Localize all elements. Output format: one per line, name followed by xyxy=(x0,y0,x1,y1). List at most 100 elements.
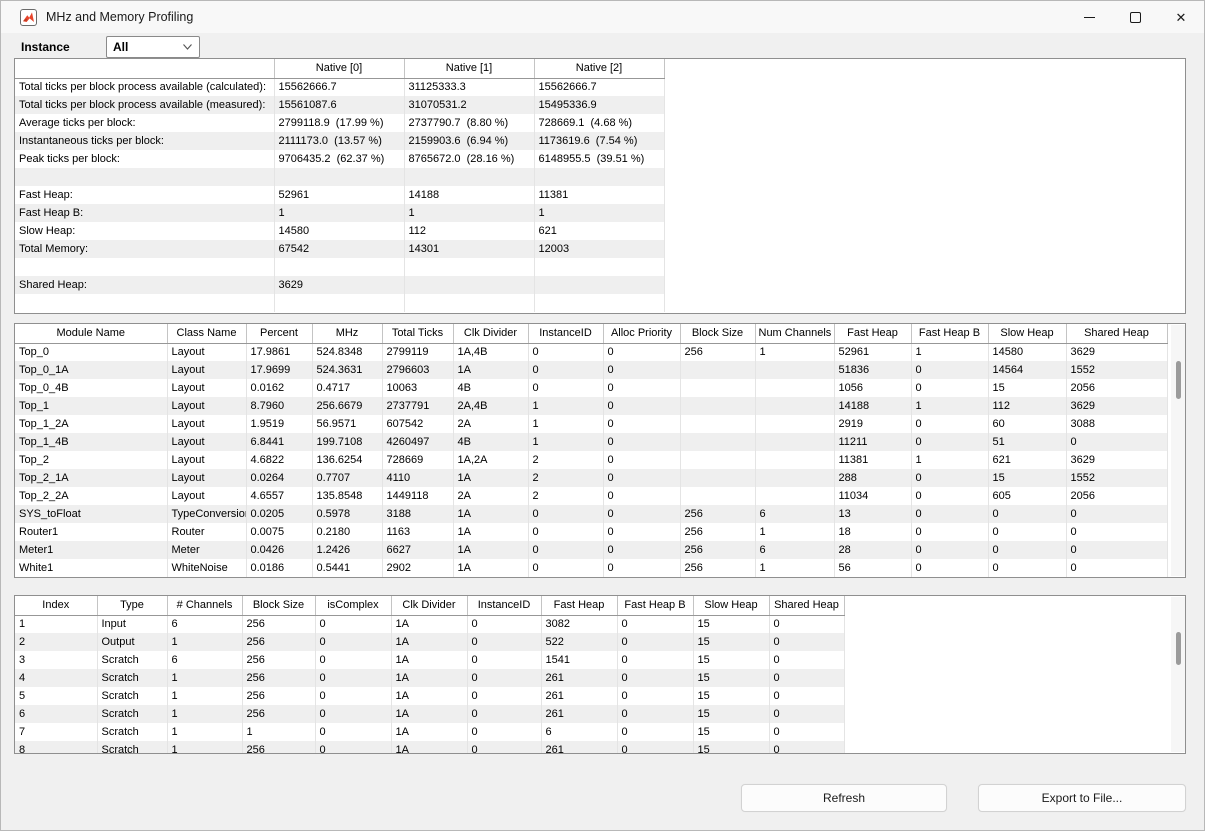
table-cell[interactable]: 1 xyxy=(404,204,534,222)
table-cell[interactable]: 0 xyxy=(467,615,541,633)
table-cell[interactable]: Shared Heap: xyxy=(15,276,274,294)
buffer-table-scrollbar-thumb[interactable] xyxy=(1176,632,1181,665)
table-cell[interactable]: 31070531.2 xyxy=(404,96,534,114)
table-cell[interactable]: 0 xyxy=(769,615,844,633)
table-cell[interactable]: 256 xyxy=(242,633,315,651)
table-row[interactable]: Meter1Meter0.04261.242666271A00256628000 xyxy=(15,541,1167,559)
table-cell[interactable]: Output xyxy=(97,633,167,651)
table-cell[interactable]: 17.9861 xyxy=(246,343,312,361)
table-cell[interactable]: Layout xyxy=(167,469,246,487)
table-row[interactable]: 8Scratch125601A02610150 xyxy=(15,741,844,754)
table-cell[interactable]: 12003 xyxy=(534,240,664,258)
table-cell[interactable]: 261 xyxy=(541,741,617,754)
table-cell[interactable]: 0 xyxy=(769,669,844,687)
table-cell[interactable]: 7 xyxy=(15,723,97,741)
table-cell[interactable] xyxy=(15,258,274,276)
table-cell[interactable]: 621 xyxy=(988,451,1066,469)
table-cell[interactable]: 261 xyxy=(541,705,617,723)
table-cell[interactable]: Slow Heap: xyxy=(15,222,274,240)
table-cell[interactable]: 1A xyxy=(453,541,528,559)
table-cell[interactable]: 1 xyxy=(534,204,664,222)
table-cell[interactable]: 135.8548 xyxy=(312,487,382,505)
table-cell[interactable]: TypeConversion xyxy=(167,505,246,523)
table-cell[interactable]: 0.5441 xyxy=(312,559,382,577)
table-cell[interactable] xyxy=(404,276,534,294)
table-cell[interactable]: 0 xyxy=(1066,523,1167,541)
table-cell[interactable]: 1A xyxy=(453,469,528,487)
table-cell[interactable] xyxy=(755,433,834,451)
table-cell[interactable]: Layout xyxy=(167,379,246,397)
table-cell[interactable]: 13 xyxy=(834,505,911,523)
table-cell[interactable]: 4260497 xyxy=(382,433,453,451)
table-cell[interactable] xyxy=(274,168,404,186)
table-cell[interactable]: Top_2 xyxy=(15,451,167,469)
table-cell[interactable]: 5 xyxy=(15,687,97,705)
table-cell[interactable]: 1 xyxy=(274,204,404,222)
table-cell[interactable]: Fast Heap B: xyxy=(15,204,274,222)
table-row[interactable]: Slow Heap:14580112621 xyxy=(15,222,664,240)
table-cell[interactable]: 0 xyxy=(467,723,541,741)
table-cell[interactable] xyxy=(755,469,834,487)
table-row[interactable]: Instantaneous ticks per block:2111173.0 … xyxy=(15,132,664,150)
table-cell[interactable]: 6 xyxy=(167,651,242,669)
table-cell[interactable]: Top_0 xyxy=(15,343,167,361)
table-cell[interactable]: 256 xyxy=(242,651,315,669)
table-cell[interactable]: 0 xyxy=(528,523,603,541)
table-cell[interactable]: 3629 xyxy=(274,276,404,294)
table-cell[interactable]: 0 xyxy=(315,687,391,705)
table-cell[interactable]: 3 xyxy=(15,651,97,669)
table-cell[interactable]: Scratch xyxy=(97,669,167,687)
table-cell[interactable]: 56.9571 xyxy=(312,415,382,433)
table-cell[interactable]: 621 xyxy=(534,222,664,240)
table-cell[interactable]: 0 xyxy=(911,361,988,379)
table-cell[interactable]: 28 xyxy=(834,541,911,559)
table-cell[interactable]: 1 xyxy=(528,415,603,433)
table-row[interactable] xyxy=(15,294,664,312)
table-cell[interactable]: 10063 xyxy=(382,379,453,397)
instance-dropdown[interactable]: All xyxy=(106,36,200,58)
table-row[interactable]: 6Scratch125601A02610150 xyxy=(15,705,844,723)
table-cell[interactable]: 8 xyxy=(15,741,97,754)
table-cell[interactable]: 6 xyxy=(755,505,834,523)
table-cell[interactable]: 1 xyxy=(167,705,242,723)
table-cell[interactable]: 14580 xyxy=(274,222,404,240)
table-cell[interactable]: 0.4717 xyxy=(312,379,382,397)
table-cell[interactable]: 0 xyxy=(1066,433,1167,451)
table-cell[interactable]: 256 xyxy=(242,705,315,723)
table-cell[interactable]: 3629 xyxy=(1066,451,1167,469)
table-cell[interactable]: 6 xyxy=(167,615,242,633)
table-cell[interactable]: 11381 xyxy=(534,186,664,204)
table-cell[interactable]: 0 xyxy=(617,723,693,741)
table-cell[interactable] xyxy=(534,258,664,276)
table-cell[interactable]: 1A xyxy=(391,615,467,633)
table-cell[interactable]: 2111173.0 (13.57 %) xyxy=(274,132,404,150)
table-cell[interactable]: 31125333.3 xyxy=(404,78,534,96)
table-cell[interactable]: 0.0264 xyxy=(246,469,312,487)
table-cell[interactable]: 15 xyxy=(693,669,769,687)
table-cell[interactable]: Average ticks per block: xyxy=(15,114,274,132)
table-cell[interactable]: 256 xyxy=(242,687,315,705)
table-cell[interactable]: 0 xyxy=(603,397,680,415)
table-cell[interactable]: 1A xyxy=(453,523,528,541)
table-cell[interactable]: 0 xyxy=(911,379,988,397)
table-cell[interactable]: Total ticks per block process available … xyxy=(15,78,274,96)
table-cell[interactable]: 2737790.7 (8.80 %) xyxy=(404,114,534,132)
table-cell[interactable]: 3188 xyxy=(382,505,453,523)
table-cell[interactable]: 0 xyxy=(467,651,541,669)
table-cell[interactable]: 15495336.9 xyxy=(534,96,664,114)
table-cell[interactable]: Top_1 xyxy=(15,397,167,415)
table-cell[interactable]: 0.7707 xyxy=(312,469,382,487)
table-cell[interactable]: 0 xyxy=(617,705,693,723)
table-cell[interactable]: 2A,4B xyxy=(453,397,528,415)
table-cell[interactable]: 1 xyxy=(755,343,834,361)
table-cell[interactable]: 1 xyxy=(167,741,242,754)
table-row[interactable]: Top_1_4BLayout6.8441199.710842604974B101… xyxy=(15,433,1167,451)
table-cell[interactable]: 1552 xyxy=(1066,469,1167,487)
table-cell[interactable]: 1 xyxy=(755,559,834,577)
table-cell[interactable]: 0 xyxy=(617,633,693,651)
table-cell[interactable]: 1A xyxy=(391,669,467,687)
table-cell[interactable]: 0 xyxy=(988,505,1066,523)
table-cell[interactable]: 56 xyxy=(834,559,911,577)
table-cell[interactable]: 1163 xyxy=(382,523,453,541)
table-cell[interactable]: 607542 xyxy=(382,415,453,433)
